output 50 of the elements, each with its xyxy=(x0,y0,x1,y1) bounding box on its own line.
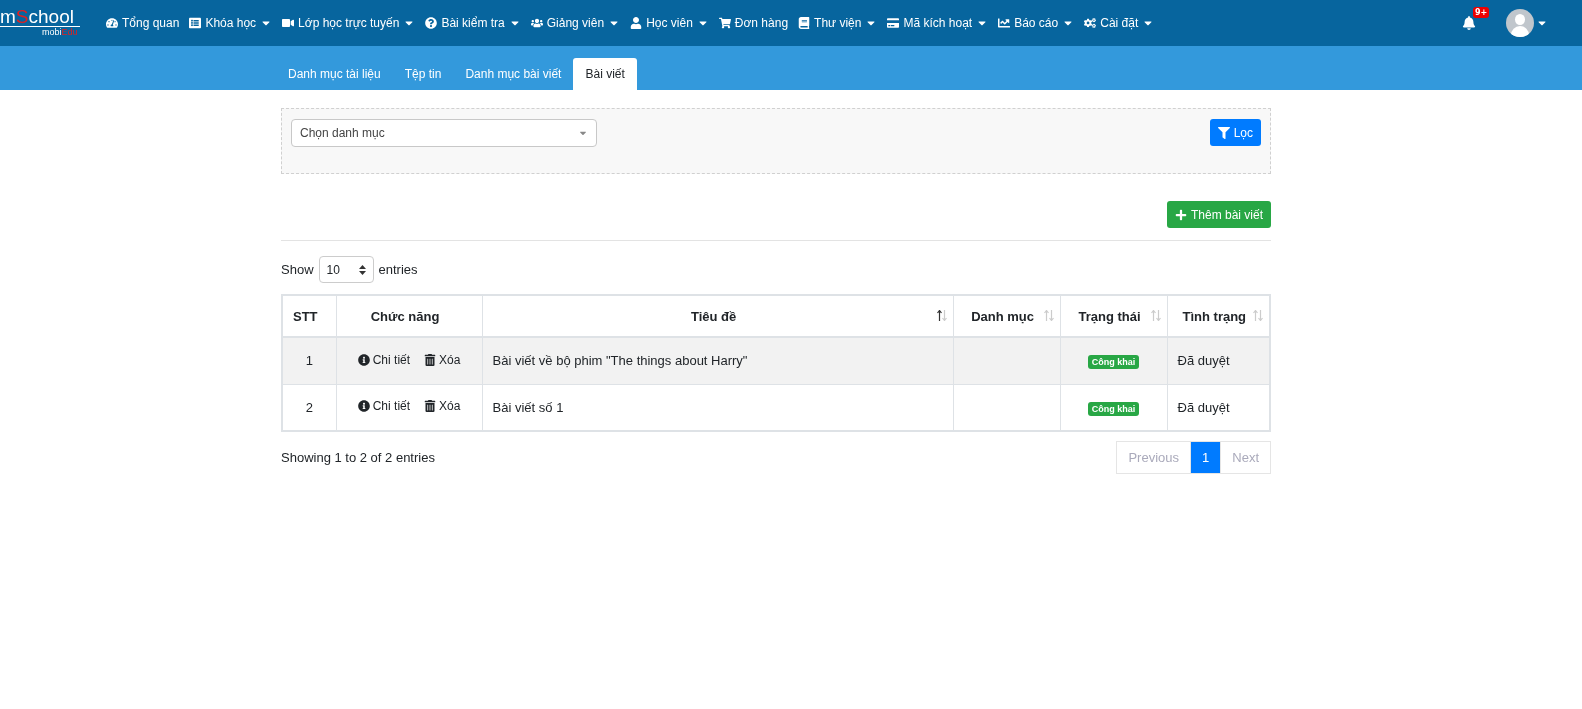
line-chart-icon xyxy=(998,17,1011,29)
table-cell: Bài viết về bộ phim "The things about Harry" xyxy=(482,337,954,384)
info-icon xyxy=(357,400,370,413)
delete-link[interactable]: Xóa xyxy=(424,399,461,414)
nav-item[interactable]: Đơn hàng xyxy=(718,16,789,30)
card-icon xyxy=(887,17,900,29)
info-icon xyxy=(357,353,370,366)
detail-link[interactable]: Chi tiết xyxy=(357,399,411,414)
nav-item[interactable]: Tổng quan xyxy=(106,16,180,30)
trash-icon xyxy=(424,353,437,366)
video-camera-icon xyxy=(282,17,295,29)
nav-item[interactable]: Khóa học xyxy=(189,16,273,30)
logo: mSchool mobiEdu xyxy=(0,5,81,40)
table-info: Showing 1 to 2 of 2 entries xyxy=(281,450,435,465)
nav-item[interactable]: Mã kích hoạt xyxy=(887,16,989,30)
notification-badge: 9+ xyxy=(1473,7,1490,18)
nav-item[interactable]: Thư viện xyxy=(798,16,878,30)
status-badge: Công khai xyxy=(1087,355,1140,370)
users-icon xyxy=(530,17,543,29)
nav-item[interactable]: Báo cáo xyxy=(998,16,1075,30)
question-icon xyxy=(425,17,438,29)
filter-button[interactable]: Lọc xyxy=(1209,119,1261,146)
entries-select[interactable]: 10 xyxy=(318,256,374,283)
plus-icon xyxy=(1174,208,1187,221)
nav-item[interactable]: Giảng viên xyxy=(530,16,621,30)
list-icon xyxy=(189,17,202,29)
category-select[interactable]: Chọn danh mục xyxy=(291,119,597,147)
nav-item[interactable]: Lớp học trực tuyến xyxy=(282,16,416,30)
gears-icon xyxy=(1084,17,1097,29)
trash-icon xyxy=(424,400,437,413)
book-icon xyxy=(798,17,811,29)
user-icon xyxy=(630,17,643,29)
nav-item[interactable]: Học viên xyxy=(630,16,709,30)
entries-label: entries xyxy=(378,262,418,277)
cart-icon xyxy=(718,17,731,29)
detail-link[interactable]: Chi tiết xyxy=(357,352,411,367)
notification-bell-icon[interactable] xyxy=(1462,16,1476,30)
up-down-caret-icon xyxy=(358,264,366,275)
avatar[interactable] xyxy=(1506,9,1534,37)
page-button[interactable]: 1 xyxy=(1190,441,1222,474)
gauge-icon xyxy=(106,17,118,29)
filter-icon xyxy=(1217,126,1230,139)
nav-item[interactable]: Bài kiểm tra xyxy=(425,16,521,30)
status-badge: Công khai xyxy=(1087,401,1140,416)
table-cell: 1 xyxy=(282,337,337,384)
show-label: Show xyxy=(281,262,314,277)
delete-link[interactable]: Xóa xyxy=(424,352,461,367)
tab[interactable]: Bài viết xyxy=(573,58,637,90)
add-post-button[interactable]: Thêm bài viết xyxy=(1166,201,1271,228)
nav-item[interactable]: Cài đặt xyxy=(1084,16,1155,30)
